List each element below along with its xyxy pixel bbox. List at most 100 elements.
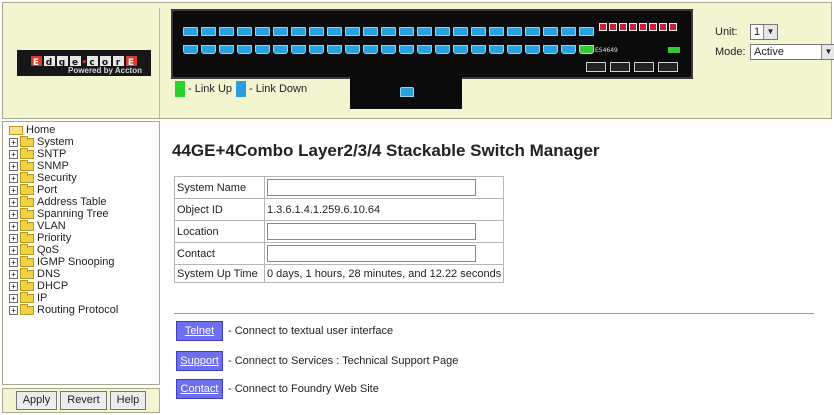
folder-icon xyxy=(20,207,34,219)
port-icon[interactable] xyxy=(471,27,486,36)
chevron-down-icon[interactable]: ▼ xyxy=(763,25,777,39)
port-icon[interactable] xyxy=(201,45,216,54)
expand-icon[interactable]: + xyxy=(9,281,18,291)
combo-port[interactable] xyxy=(634,62,654,72)
port-icon[interactable] xyxy=(417,27,432,36)
tree-item-igmp-snooping[interactable]: + IGMP Snooping xyxy=(9,255,159,268)
tree-item-dns[interactable]: + DNS xyxy=(9,267,159,280)
expand-icon[interactable]: + xyxy=(9,305,18,315)
port-icon[interactable] xyxy=(309,45,324,54)
port-icon[interactable] xyxy=(543,45,558,54)
contact-input[interactable] xyxy=(267,245,476,262)
port-icon[interactable] xyxy=(237,45,252,54)
port-icon[interactable] xyxy=(345,27,360,36)
expand-icon[interactable]: + xyxy=(9,257,18,267)
expand-icon[interactable]: + xyxy=(9,221,18,231)
location-input[interactable] xyxy=(267,223,476,240)
port-icon[interactable] xyxy=(201,27,216,36)
port-icon[interactable] xyxy=(219,27,234,36)
tree-item-dhcp[interactable]: + DHCP xyxy=(9,279,159,292)
port-icon[interactable] xyxy=(309,27,324,36)
port-icon[interactable] xyxy=(273,27,288,36)
revert-button[interactable]: Revert xyxy=(60,391,107,410)
port-icon[interactable] xyxy=(363,27,378,36)
port-icon[interactable] xyxy=(507,27,522,36)
port-icon[interactable] xyxy=(435,45,450,54)
expand-icon[interactable]: + xyxy=(9,185,18,195)
tree-item-sntp[interactable]: + SNTP xyxy=(9,147,159,160)
port-icon[interactable] xyxy=(381,27,396,36)
contact-button[interactable]: Contact xyxy=(176,379,223,399)
port-icon[interactable] xyxy=(255,45,270,54)
expand-icon[interactable]: + xyxy=(9,233,18,243)
logo-area: E d g e • c o r E Powered by Accton xyxy=(8,8,160,118)
port-icon[interactable] xyxy=(327,45,342,54)
tree-home[interactable]: Home xyxy=(9,124,159,136)
port-icon[interactable] xyxy=(345,45,360,54)
port-icon[interactable] xyxy=(579,45,594,54)
help-button[interactable]: Help xyxy=(109,391,147,410)
support-button[interactable]: Support xyxy=(176,351,223,371)
port-icon[interactable] xyxy=(507,45,522,54)
tree-item-priority[interactable]: + Priority xyxy=(9,231,159,244)
port-icon[interactable] xyxy=(543,27,558,36)
tree-item-address-table[interactable]: + Address Table xyxy=(9,195,159,208)
port-icon[interactable] xyxy=(561,45,576,54)
tree-item-spanning-tree[interactable]: + Spanning Tree xyxy=(9,207,159,220)
port-icon[interactable] xyxy=(417,45,432,54)
expand-icon[interactable]: + xyxy=(9,137,18,147)
port-icon[interactable] xyxy=(435,27,450,36)
expand-icon[interactable]: + xyxy=(9,173,18,183)
port-icon[interactable] xyxy=(381,45,396,54)
table-row: Contact xyxy=(174,242,505,265)
port-icon[interactable] xyxy=(561,27,576,36)
expand-icon[interactable]: + xyxy=(9,197,18,207)
combo-port[interactable] xyxy=(658,62,678,72)
port-icon[interactable] xyxy=(291,45,306,54)
port-icon[interactable] xyxy=(327,27,342,36)
port-icon[interactable] xyxy=(219,45,234,54)
port-icon[interactable] xyxy=(525,27,540,36)
combo-port[interactable] xyxy=(586,62,606,72)
chevron-down-icon[interactable]: ▼ xyxy=(821,45,834,59)
port-icon[interactable] xyxy=(489,45,504,54)
expand-icon[interactable]: + xyxy=(9,293,18,303)
combo-port[interactable] xyxy=(610,62,630,72)
port-icon[interactable] xyxy=(489,27,504,36)
tree-item-ip[interactable]: + IP xyxy=(9,291,159,304)
tree-item-label: Routing Protocol xyxy=(37,304,119,316)
tree-item-qos[interactable]: + QoS xyxy=(9,243,159,256)
tree-item-snmp[interactable]: + SNMP xyxy=(9,159,159,172)
unit-select[interactable]: 1 ▼ xyxy=(750,24,778,40)
port-icon[interactable] xyxy=(525,45,540,54)
port-icon[interactable] xyxy=(363,45,378,54)
port-icon[interactable] xyxy=(579,27,594,36)
expand-icon[interactable]: + xyxy=(9,149,18,159)
port-icon[interactable] xyxy=(183,45,198,54)
port-icon[interactable] xyxy=(237,27,252,36)
system-name-input[interactable] xyxy=(267,179,476,196)
port-icon[interactable] xyxy=(399,27,414,36)
stack-port-icon[interactable] xyxy=(400,87,414,97)
tree-item-routing-protocol[interactable]: + Routing Protocol xyxy=(9,303,159,316)
apply-button[interactable]: Apply xyxy=(15,391,58,410)
tree-item-system[interactable]: + System xyxy=(9,135,159,148)
tree-item-vlan[interactable]: + VLAN xyxy=(9,219,159,232)
expand-icon[interactable]: + xyxy=(9,209,18,219)
port-icon[interactable] xyxy=(255,27,270,36)
tree-item-security[interactable]: + Security xyxy=(9,171,159,184)
port-icon[interactable] xyxy=(273,45,288,54)
expand-icon[interactable]: + xyxy=(9,161,18,171)
port-icon[interactable] xyxy=(453,27,468,36)
port-icon[interactable] xyxy=(291,27,306,36)
expand-icon[interactable]: + xyxy=(9,269,18,279)
expand-icon[interactable]: + xyxy=(9,245,18,255)
object-id-value: 1.3.6.1.4.1.259.6.10.64 xyxy=(263,198,505,221)
telnet-button[interactable]: Telnet xyxy=(176,321,223,341)
port-icon[interactable] xyxy=(183,27,198,36)
tree-item-port[interactable]: + Port xyxy=(9,183,159,196)
port-icon[interactable] xyxy=(453,45,468,54)
mode-select[interactable]: Active ▼ xyxy=(750,44,834,60)
port-icon[interactable] xyxy=(471,45,486,54)
port-icon[interactable] xyxy=(399,45,414,54)
